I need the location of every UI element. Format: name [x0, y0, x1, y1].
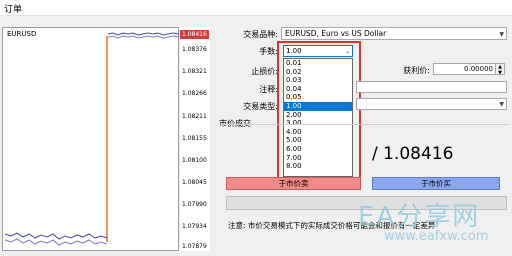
price-tick: 1.08376 — [182, 46, 207, 53]
price-tick: 1.08321 — [182, 68, 207, 75]
price-chart[interactable]: EURUSD — [2, 27, 180, 251]
chart-canvas — [4, 32, 180, 246]
volume-option[interactable]: 4.00 — [284, 128, 352, 137]
chart-line-top-2 — [107, 35, 180, 39]
window-title: 订单 — [4, 5, 23, 15]
divider — [219, 124, 509, 125]
order-type-select[interactable]: ▼ — [356, 98, 507, 110]
chevron-down-icon: ⌄ — [344, 48, 350, 55]
quote-price: / 1.08416 — [372, 144, 454, 164]
price-tick: 1.08045 — [182, 179, 207, 186]
comment-label: 注释: — [259, 85, 278, 94]
volume-option[interactable]: 2.00 — [284, 111, 352, 120]
window-titlebar: 订单 — [0, 0, 512, 16]
chart-line-bottom-2 — [4, 238, 108, 246]
volume-option[interactable]: 0.02 — [284, 68, 352, 77]
sell-button[interactable]: 于市价卖 — [226, 177, 361, 190]
symbol-select[interactable]: EURUSD, Euro vs US Dollar ▼ — [281, 27, 507, 40]
chart-line-bottom — [4, 232, 108, 240]
watermark-text: EA分享网 — [358, 202, 481, 232]
tp-label: 获利价: — [403, 66, 430, 75]
chevron-down-icon: ▼ — [499, 101, 504, 108]
symbol-select-value: EURUSD, Euro vs US Dollar — [285, 29, 387, 38]
volume-option[interactable]: 0.03 — [284, 76, 352, 85]
current-price-tag: 1.08416 — [180, 30, 209, 39]
volume-label: 手数: — [259, 47, 278, 56]
price-tick: 1.07934 — [182, 223, 207, 230]
volume-dropdown-list[interactable]: 0.010.020.030.040.051.002.003.004.005.00… — [283, 58, 353, 177]
volume-option[interactable]: 8.00 — [284, 162, 352, 171]
type-label: 交易类型: — [243, 102, 278, 111]
volume-option[interactable]: 7.00 — [284, 154, 352, 163]
volume-option[interactable]: 0.04 — [284, 85, 352, 94]
price-tick: 1.07879 — [182, 243, 207, 250]
watermark-url: www.eafxw.com — [384, 229, 489, 244]
tp-spinner[interactable]: ▲ ▼ — [495, 63, 505, 76]
watermark: EA分享网 www.eafxw.com — [318, 196, 512, 256]
price-tick: 1.08211 — [182, 113, 207, 120]
price-tick: 1.08266 — [182, 90, 207, 97]
volume-select[interactable]: 1.00 ⌄ — [283, 45, 353, 57]
chevron-down-icon: ▼ — [499, 31, 504, 38]
price-tick: 1.07990 — [182, 201, 207, 208]
volume-option[interactable]: 1.00 — [284, 101, 352, 111]
sl-label: 止损价: — [251, 67, 278, 76]
chart-line-top — [107, 32, 180, 36]
comment-input[interactable] — [356, 81, 507, 93]
volume-select-value: 1.00 — [286, 47, 302, 55]
volume-option[interactable]: 6.00 — [284, 145, 352, 154]
price-axis: 1.08416 1.08376 1.08321 1.08266 1.08211 … — [180, 27, 210, 251]
symbol-label: 交易品种: — [243, 30, 278, 39]
volume-option[interactable]: 0.05 — [284, 93, 352, 102]
tp-input[interactable]: 0.00000 — [433, 63, 496, 75]
volume-option[interactable]: 0.01 — [284, 59, 352, 68]
price-tick: 1.08100 — [182, 157, 207, 164]
volume-option[interactable]: 5.00 — [284, 136, 352, 145]
buy-button[interactable]: 于市价买 — [372, 177, 500, 190]
price-tick: 1.08155 — [182, 135, 207, 142]
